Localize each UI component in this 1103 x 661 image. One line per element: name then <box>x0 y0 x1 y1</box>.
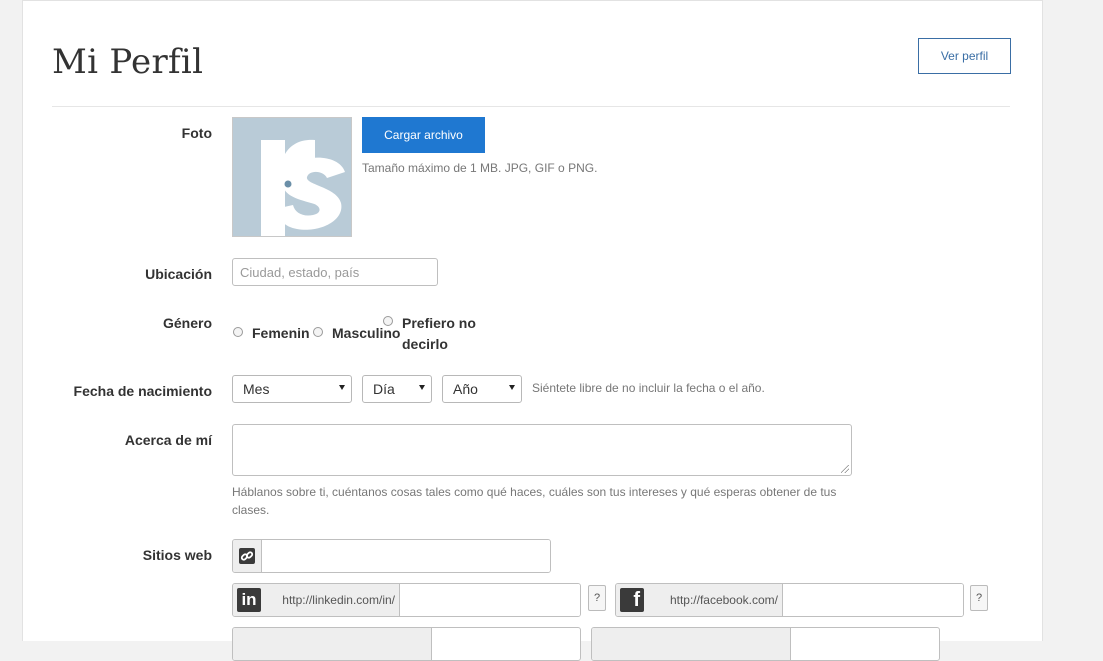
link-icon <box>239 548 255 564</box>
gender-male-radio[interactable] <box>313 327 323 337</box>
gender-female-label: Femenin <box>252 325 310 341</box>
website-addon <box>233 540 262 572</box>
view-profile-button[interactable]: Ver perfil <box>918 38 1011 74</box>
photo-label: Foto <box>181 125 212 141</box>
avatar[interactable] <box>232 117 352 237</box>
social-input-group-3 <box>232 627 581 661</box>
chevron-down-icon <box>509 385 515 390</box>
social-addon-3 <box>233 628 432 660</box>
linkedin-icon-glyph: in <box>241 590 257 609</box>
website-input-group <box>232 539 551 573</box>
avatar-image <box>233 118 351 236</box>
facebook-input[interactable] <box>783 584 963 616</box>
linkedin-icon: in <box>237 588 261 612</box>
location-input[interactable] <box>232 258 438 286</box>
facebook-help-button[interactable]: ? <box>970 585 988 611</box>
facebook-icon-glyph: f <box>633 589 640 611</box>
birthdate-label: Fecha de nacimiento <box>73 383 212 399</box>
birth-month-select[interactable]: Mes <box>232 375 352 403</box>
facebook-icon: f <box>620 588 644 612</box>
birthdate-hint: Siéntete libre de no incluir la fecha o … <box>532 381 765 395</box>
about-textarea[interactable] <box>232 424 852 476</box>
upload-file-button[interactable]: Cargar archivo <box>362 117 485 153</box>
social-input-group-4 <box>591 627 940 661</box>
linkedin-prefix: http://linkedin.com/in/ <box>282 593 395 607</box>
facebook-input-group: f http://facebook.com/ <box>615 583 964 617</box>
websites-label: Sitios web <box>142 547 212 563</box>
birth-month-value: Mes <box>243 381 270 397</box>
about-label: Acerca de mí <box>124 432 212 448</box>
chevron-down-icon <box>419 385 425 390</box>
about-hint: Háblanos sobre ti, cuéntanos cosas tales… <box>232 485 837 517</box>
photo-hint: Tamaño máximo de 1 MB. JPG, GIF o PNG. <box>362 161 598 175</box>
linkedin-help-button[interactable]: ? <box>588 585 606 611</box>
birth-day-select[interactable]: Día <box>362 375 432 403</box>
gender-other-radio[interactable] <box>383 316 393 326</box>
facebook-addon: f http://facebook.com/ <box>616 584 783 616</box>
gender-other-label-line2: decirlo <box>402 336 448 352</box>
gender-other-label-line1: Prefiero no <box>402 315 476 331</box>
birth-year-value: Año <box>453 381 478 397</box>
facebook-prefix: http://facebook.com/ <box>669 593 778 607</box>
header-divider <box>52 106 1010 107</box>
birth-year-select[interactable]: Año <box>442 375 522 403</box>
linkedin-input[interactable] <box>400 584 580 616</box>
gender-label: Género <box>162 315 212 331</box>
chevron-down-icon <box>339 385 345 390</box>
page-title: Mi Perfil <box>52 42 204 82</box>
social-addon-4 <box>592 628 791 660</box>
linkedin-input-group: in http://linkedin.com/in/ <box>232 583 581 617</box>
website-input[interactable] <box>262 540 550 572</box>
birth-day-value: Día <box>373 381 395 397</box>
resize-handle-icon[interactable] <box>841 465 849 473</box>
gender-female-radio[interactable] <box>233 327 243 337</box>
gender-male-label: Masculino <box>332 325 401 341</box>
location-label: Ubicación <box>145 266 212 282</box>
linkedin-addon: in http://linkedin.com/in/ <box>233 584 400 616</box>
